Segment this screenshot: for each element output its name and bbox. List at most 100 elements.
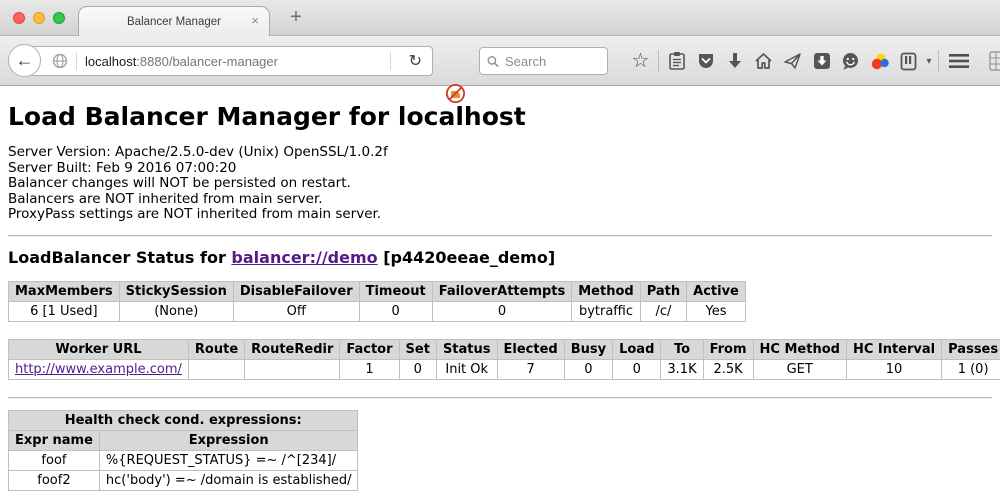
- paper-plane-icon: [783, 52, 802, 70]
- minimize-window-button[interactable]: [33, 12, 45, 24]
- table-cell: /c/: [640, 301, 686, 321]
- content-blocked-icon[interactable]: [445, 83, 466, 104]
- close-window-button[interactable]: [13, 12, 25, 24]
- extension-dots-button[interactable]: [865, 46, 894, 76]
- page-content: Load Balancer Manager for localhost Serv…: [0, 87, 1000, 491]
- apps-grid-button[interactable]: [984, 46, 1000, 76]
- column-header: HC Interval: [846, 339, 941, 359]
- back-button[interactable]: ←: [8, 44, 41, 77]
- table-cell: Init Ok: [436, 359, 497, 379]
- table-cell: 0: [399, 359, 436, 379]
- reload-icon[interactable]: ↻: [399, 51, 432, 71]
- balancer-settings-table: MaxMembersStickySessionDisableFailoverTi…: [8, 281, 746, 322]
- column-header: Status: [436, 339, 497, 359]
- page-title: Load Balancer Manager for localhost: [8, 102, 992, 131]
- back-icon: ←: [16, 50, 34, 71]
- send-to-device-button[interactable]: [778, 46, 807, 76]
- column-header: HC Method: [753, 339, 846, 359]
- table-cell: hc('body') =~ /domain is established/: [99, 470, 358, 490]
- table-cell: http://www.example.com/: [9, 359, 189, 379]
- table-cell: [188, 359, 244, 379]
- column-header: Busy: [564, 339, 612, 359]
- server-version-line: Server Version: Apache/2.5.0-dev (Unix) …: [8, 145, 992, 161]
- url-text[interactable]: localhost:8880/balancer-manager: [85, 54, 278, 69]
- downloads-panel-icon: [813, 52, 831, 70]
- table-cell: foof2: [9, 470, 100, 490]
- apps-grid-icon: [989, 51, 1000, 71]
- table-row: 6 [1 Used](None)Off00bytraffic/c/Yes: [9, 301, 746, 321]
- hamburger-icon: [949, 54, 969, 68]
- color-dots-icon: [870, 52, 890, 71]
- downloads-panel-button[interactable]: [807, 46, 836, 76]
- persist-notice-line: Balancer changes will NOT be persisted o…: [8, 176, 992, 192]
- menu-button[interactable]: [942, 46, 976, 76]
- bookmark-star-button[interactable]: ☆: [626, 46, 655, 76]
- url-separator: [76, 52, 77, 70]
- pocket-icon: [697, 52, 715, 70]
- table-title: Health check cond. expressions:: [9, 410, 358, 430]
- clipboard-button[interactable]: [662, 46, 691, 76]
- star-icon: ☆: [632, 51, 650, 71]
- table-row: http://www.example.com/ 10Init Ok7003.1K…: [9, 359, 1000, 379]
- zoom-window-button[interactable]: [53, 12, 65, 24]
- table-cell: (None): [119, 301, 233, 321]
- close-tab-icon[interactable]: ×: [251, 14, 259, 27]
- inherit-notice-line: Balancers are NOT inherited from main se…: [8, 192, 992, 208]
- tab-title: Balancer Manager: [127, 16, 221, 28]
- divider: [8, 397, 992, 399]
- table-cell: foof: [9, 450, 100, 470]
- toolbar-separator: [658, 50, 659, 72]
- download-button[interactable]: [720, 46, 749, 76]
- pocket-button[interactable]: [691, 46, 720, 76]
- search-bar[interactable]: [479, 47, 608, 75]
- table-cell: 0: [613, 359, 661, 379]
- worker-url-link[interactable]: http://www.example.com/: [15, 362, 182, 377]
- search-icon: [487, 55, 499, 68]
- balancer-demo-link[interactable]: balancer://demo: [231, 248, 377, 267]
- column-header: MaxMembers: [9, 281, 120, 301]
- new-tab-button[interactable]: +: [284, 6, 308, 29]
- containers-button[interactable]: [894, 46, 923, 76]
- table-cell: 1 (0): [942, 359, 1000, 379]
- table-cell: Off: [233, 301, 359, 321]
- column-header: Route: [188, 339, 244, 359]
- site-identity-globe-icon: [52, 53, 68, 69]
- feedback-button[interactable]: [836, 46, 865, 76]
- table-row: foof%{REQUEST_STATUS} =~ /^[234]/: [9, 450, 358, 470]
- container-icon: [900, 52, 917, 71]
- column-header: Load: [613, 339, 661, 359]
- home-button[interactable]: [749, 46, 778, 76]
- table-cell: 0: [359, 301, 432, 321]
- toolbar-icons: ☆: [626, 44, 1000, 78]
- table-header-row: Worker URLRouteRouteRedirFactorSetStatus…: [9, 339, 1000, 359]
- download-arrow-icon: [727, 52, 743, 70]
- chevron-down-icon[interactable]: ▾: [923, 56, 935, 67]
- table-cell: 2.5K: [703, 359, 753, 379]
- table-row: foof2hc('body') =~ /domain is establishe…: [9, 470, 358, 490]
- clipboard-icon: [668, 51, 686, 71]
- browser-tab[interactable]: Balancer Manager ×: [78, 6, 270, 36]
- table-cell: GET: [753, 359, 846, 379]
- table-header-row: Expr nameExpression: [9, 430, 358, 450]
- url-separator: [390, 52, 391, 70]
- column-header: Elected: [497, 339, 564, 359]
- column-header: Set: [399, 339, 436, 359]
- url-path: :8880/balancer-manager: [136, 54, 278, 69]
- column-header: Worker URL: [9, 339, 189, 359]
- column-header: Passes: [942, 339, 1000, 359]
- table-cell: 10: [846, 359, 941, 379]
- search-input[interactable]: [505, 54, 600, 69]
- heading-prefix: LoadBalancer Status for: [8, 248, 231, 267]
- url-bar[interactable]: localhost:8880/balancer-manager ↻: [25, 46, 433, 76]
- table-header-row: MaxMembersStickySessionDisableFailoverTi…: [9, 281, 746, 301]
- column-header: Expr name: [9, 430, 100, 450]
- heading-suffix: [p4420eeae_demo]: [378, 248, 556, 267]
- column-header: From: [703, 339, 753, 359]
- table-cell: 6 [1 Used]: [9, 301, 120, 321]
- column-header: To: [661, 339, 703, 359]
- table-cell: 0: [564, 359, 612, 379]
- worker-status-table: Worker URLRouteRouteRedirFactorSetStatus…: [8, 339, 1000, 380]
- column-header: RouteRedir: [245, 339, 340, 359]
- table-cell: %{REQUEST_STATUS} =~ /^[234]/: [99, 450, 358, 470]
- table-cell: 0: [432, 301, 572, 321]
